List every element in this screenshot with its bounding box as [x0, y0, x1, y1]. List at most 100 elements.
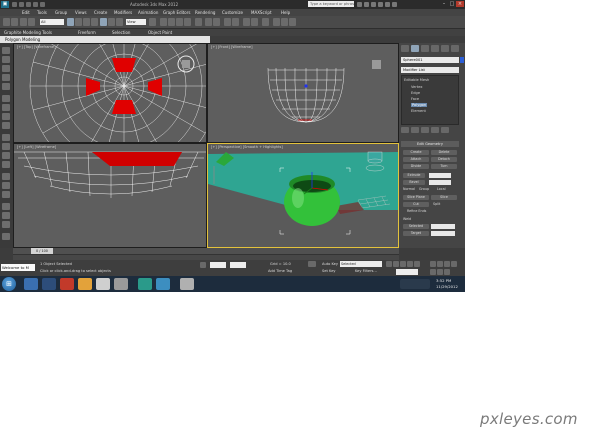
- maximize-icon[interactable]: □: [448, 1, 456, 7]
- auto-key-button[interactable]: Auto Key: [322, 262, 338, 266]
- next-frame-icon[interactable]: [407, 261, 413, 267]
- play-icon[interactable]: [400, 261, 406, 267]
- object-name-field[interactable]: Sphere001: [401, 57, 459, 63]
- stack-item-face[interactable]: Face: [411, 97, 419, 101]
- smooth-tool-icon[interactable]: [2, 203, 10, 210]
- minimize-icon[interactable]: –: [440, 1, 448, 7]
- undo-tool-icon[interactable]: [3, 18, 10, 26]
- angle-snap-icon[interactable]: [168, 18, 175, 26]
- render-setup-icon[interactable]: [273, 18, 280, 26]
- viewport-front[interactable]: [+] [Front] [Wireframe]: [207, 43, 399, 143]
- folder-taskbar-icon[interactable]: [78, 278, 92, 290]
- pivot-center-icon[interactable]: [149, 18, 156, 26]
- delete-button[interactable]: Delete: [431, 150, 457, 155]
- viewport-left-label[interactable]: [+] [Left] [Wireframe]: [17, 145, 56, 149]
- edit-geometry-rollout[interactable]: Edit Geometry: [401, 141, 459, 147]
- schematic-view-icon[interactable]: [251, 18, 258, 26]
- hierarchy-tab-icon[interactable]: [421, 45, 429, 52]
- stack-item-edge[interactable]: Edge: [411, 91, 420, 95]
- viewport-top-label[interactable]: [+] [Top] [Wireframe]: [17, 45, 56, 49]
- menu-create[interactable]: Create: [94, 10, 107, 15]
- named-selection-icon[interactable]: [195, 18, 202, 26]
- menu-views[interactable]: Views: [75, 10, 87, 15]
- relax-tool-icon[interactable]: [2, 212, 10, 219]
- stack-item-vertex[interactable]: Vertex: [411, 85, 423, 89]
- weld-target-button[interactable]: Target: [403, 231, 429, 236]
- layer-manager-icon[interactable]: [224, 18, 231, 26]
- bridge-tool-icon[interactable]: [2, 191, 10, 198]
- create-button[interactable]: Create: [403, 150, 429, 155]
- snaps-toggle-icon[interactable]: [160, 18, 167, 26]
- extrude-tool-icon[interactable]: [2, 161, 10, 168]
- vertex-tool-icon[interactable]: [2, 74, 10, 81]
- object-color-swatch[interactable]: [460, 57, 464, 63]
- app-logo-icon[interactable]: ▣: [1, 1, 9, 8]
- ribbon-panel-polygon-modeling[interactable]: Polygon Modeling: [0, 36, 210, 43]
- goto-start-icon[interactable]: [386, 261, 392, 267]
- element-tool-icon[interactable]: [2, 95, 10, 102]
- motion-tab-icon[interactable]: [431, 45, 439, 52]
- select-move-icon[interactable]: [100, 18, 107, 26]
- inset-tool-icon[interactable]: [2, 182, 10, 189]
- percent-snap-icon[interactable]: [176, 18, 183, 26]
- rendered-frame-icon[interactable]: [281, 18, 288, 26]
- key-filters-button[interactable]: Key Filters...: [355, 269, 377, 273]
- maximize-viewport-icon[interactable]: [444, 269, 450, 275]
- attach-button[interactable]: Attach: [403, 157, 429, 162]
- subscription-icon[interactable]: [371, 2, 376, 7]
- redo-tool-icon[interactable]: [11, 18, 18, 26]
- image-taskbar-icon[interactable]: [114, 278, 128, 290]
- weld-threshold-field[interactable]: [431, 224, 455, 229]
- turn-button[interactable]: Turn: [431, 164, 457, 169]
- link-icon[interactable]: [20, 18, 27, 26]
- tab-selection[interactable]: Selection: [112, 30, 130, 35]
- normal-group-radio[interactable]: Group: [419, 187, 429, 191]
- select-rotate-icon[interactable]: [108, 18, 115, 26]
- detach-button[interactable]: Detach: [431, 157, 457, 162]
- menu-customize[interactable]: Customize: [222, 10, 243, 15]
- reference-coordinate-dropdown[interactable]: View: [126, 19, 146, 25]
- zoom-all-icon[interactable]: [437, 261, 443, 267]
- remove-modifier-icon[interactable]: [431, 127, 439, 133]
- new-file-icon[interactable]: [12, 2, 17, 7]
- extrude-button[interactable]: Extrude: [403, 173, 425, 178]
- align-icon[interactable]: [213, 18, 220, 26]
- key-mode-dropdown[interactable]: Selected: [340, 261, 382, 267]
- edge-tool-icon[interactable]: [2, 65, 10, 72]
- refine-ends-checkbox[interactable]: Refine Ends: [407, 209, 426, 213]
- weld-selected-button[interactable]: Selected: [403, 224, 429, 229]
- field-of-view-icon[interactable]: [451, 261, 457, 267]
- render-production-icon[interactable]: [289, 18, 296, 26]
- split-checkbox[interactable]: Split: [433, 202, 440, 206]
- viewport-perspective-label[interactable]: [+] [Perspective] [Smooth + Highlights]: [211, 145, 283, 149]
- border-tool-icon[interactable]: [2, 83, 10, 90]
- bevel-button[interactable]: Bevel: [403, 180, 425, 185]
- bevel-amount-field[interactable]: [429, 180, 451, 185]
- stack-item-polygon[interactable]: Polygon: [411, 103, 428, 107]
- orbit-icon[interactable]: [437, 269, 443, 275]
- selection-filter-dropdown[interactable]: All: [40, 19, 64, 25]
- 3dsmax-taskbar-icon[interactable]: [180, 278, 194, 290]
- paint-tool-icon[interactable]: [2, 221, 10, 228]
- menu-group[interactable]: Group: [55, 10, 67, 15]
- menu-maxscript[interactable]: MAXScript: [251, 10, 272, 15]
- bevel-tool-icon[interactable]: [2, 173, 10, 180]
- select-scale-icon[interactable]: [116, 18, 123, 26]
- loop-tool-icon[interactable]: [2, 122, 10, 129]
- graphite-tool-icon[interactable]: [2, 47, 10, 54]
- mirror-icon[interactable]: [205, 18, 212, 26]
- undo-icon[interactable]: [33, 2, 38, 7]
- stack-item-element[interactable]: Element: [411, 109, 426, 113]
- display-tab-icon[interactable]: [441, 45, 449, 52]
- windows-start-icon[interactable]: ⊞: [2, 277, 16, 291]
- utilities-tab-icon[interactable]: [451, 45, 459, 52]
- menu-edit[interactable]: Edit: [22, 10, 30, 15]
- open-file-icon[interactable]: [19, 2, 24, 7]
- shrink-tool-icon[interactable]: [2, 113, 10, 120]
- cut-button[interactable]: Cut: [403, 202, 429, 207]
- configure-modifier-icon[interactable]: [441, 127, 449, 133]
- poly-tool-icon[interactable]: [2, 56, 10, 63]
- menu-rendering[interactable]: Rendering: [195, 10, 215, 15]
- tab-object-paint[interactable]: Object Paint: [148, 30, 172, 35]
- tab-graphite-modeling-tools[interactable]: Graphite Modeling Tools: [4, 30, 52, 35]
